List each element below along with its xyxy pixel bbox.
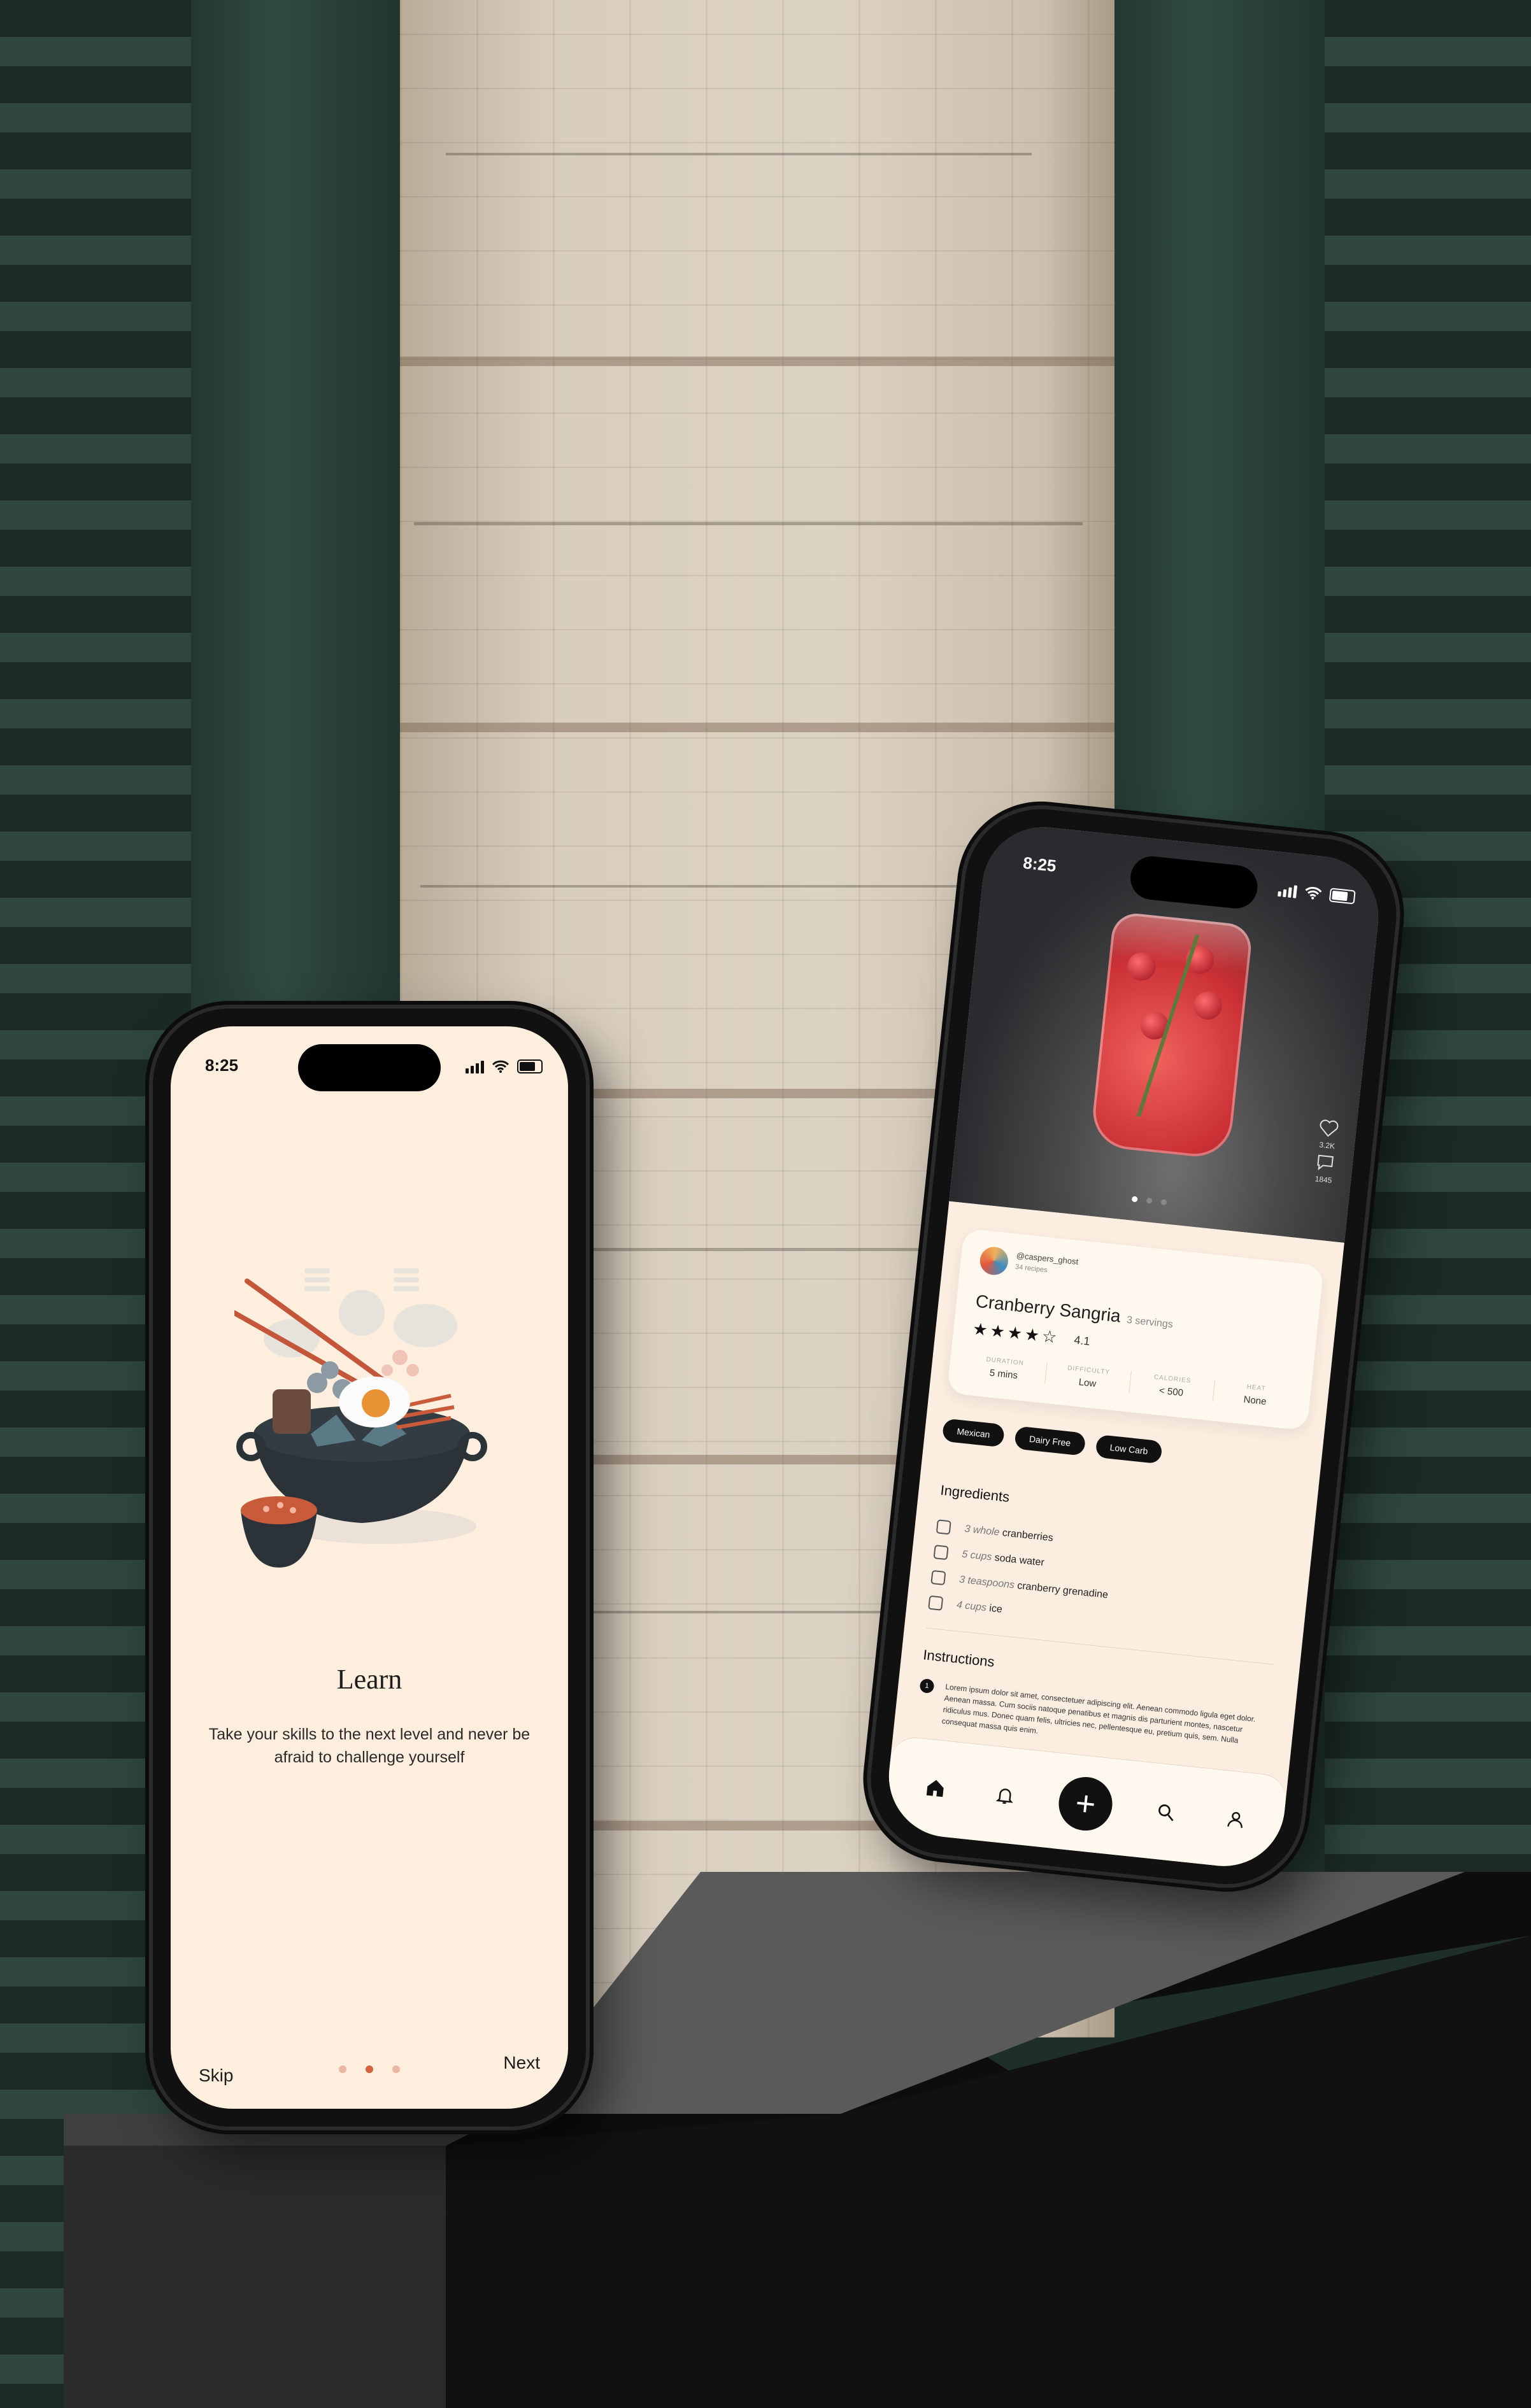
- wifi-icon: [1305, 887, 1322, 900]
- drink-glass-image: [1089, 911, 1254, 1161]
- wifi-icon: [492, 1060, 509, 1073]
- rating-value: 4.1: [1073, 1333, 1091, 1348]
- instructions-heading: Instructions: [922, 1647, 995, 1670]
- hero-side-actions: 3.2K 1845: [1313, 1119, 1339, 1186]
- bell-icon[interactable]: [988, 1778, 1023, 1813]
- phone-onboarding: 8:25 Learn Take your skills to the next …: [153, 1009, 586, 2127]
- star-rating: ★★★★☆: [972, 1319, 1060, 1348]
- star-empty-icon: ☆: [1041, 1326, 1060, 1347]
- stat-difficulty: DIFFICULTY Low: [1044, 1362, 1131, 1393]
- ingredients-heading: Ingredients: [939, 1482, 1011, 1505]
- tag-chip[interactable]: Dairy Free: [1014, 1426, 1086, 1456]
- dynamic-island: [298, 1044, 441, 1091]
- bibimbap-illustration: [234, 1268, 487, 1568]
- checkbox[interactable]: [928, 1595, 944, 1611]
- status-time: 8:25: [205, 1056, 239, 1075]
- comment-icon[interactable]: [1314, 1152, 1335, 1172]
- search-icon[interactable]: [1148, 1795, 1183, 1830]
- author-recipe-count: 34 recipes: [1015, 1263, 1048, 1275]
- recipe-stats: DURATION 5 mins DIFFICULTY Low CALORIES < 5…: [962, 1354, 1299, 1411]
- recipe-summary-card: @caspers_ghost 34 recipes Cranberry Sang…: [946, 1228, 1324, 1431]
- recipe-title-text: Cranberry Sangria: [974, 1291, 1122, 1326]
- page-dot-active[interactable]: [366, 2065, 373, 2073]
- star-icon: ★: [989, 1321, 1009, 1342]
- checkbox[interactable]: [933, 1545, 949, 1561]
- star-icon: ★: [1023, 1324, 1043, 1345]
- wall-crack: [414, 522, 1083, 525]
- battery-icon: [1328, 888, 1356, 905]
- recipe-servings: 3 servings: [1126, 1314, 1174, 1331]
- carousel-dot[interactable]: [1160, 1199, 1167, 1206]
- like-count: 3.2K: [1318, 1140, 1335, 1151]
- page-dot[interactable]: [339, 2065, 346, 2073]
- onboarding-title: Learn: [336, 1664, 402, 1695]
- stat-duration: DURATION 5 mins: [985, 1356, 1025, 1382]
- checkbox[interactable]: [930, 1569, 946, 1586]
- image-carousel-dots: [951, 1177, 1347, 1224]
- carousel-dot[interactable]: [1146, 1197, 1153, 1204]
- comment-count: 1845: [1314, 1174, 1333, 1186]
- checkbox[interactable]: [936, 1519, 951, 1535]
- carousel-dot-active[interactable]: [1131, 1196, 1138, 1203]
- author-avatar[interactable]: [978, 1245, 1010, 1277]
- stat-calories: CALORIES < 500: [1128, 1371, 1214, 1402]
- heart-icon[interactable]: [1318, 1119, 1339, 1138]
- step-number: 1: [919, 1678, 935, 1694]
- add-icon[interactable]: +: [1056, 1774, 1115, 1834]
- wall-crack: [446, 153, 1032, 155]
- battery-icon: [517, 1059, 543, 1073]
- ingredients-list: 3 whole cranberries 5 cups soda water 3 …: [927, 1513, 1286, 1652]
- page-dot[interactable]: [392, 2065, 400, 2073]
- next-button[interactable]: Next: [503, 2053, 540, 2073]
- tag-chip[interactable]: Mexican: [941, 1418, 1006, 1448]
- onboarding-screen: 8:25 Learn Take your skills to the next …: [171, 1026, 568, 2109]
- star-icon: ★: [972, 1319, 992, 1340]
- stat-heat: HEAT None: [1212, 1380, 1299, 1411]
- recipe-screen: 3.2K 1845 8:25 @caspers_ghost 34 recipes…: [883, 821, 1385, 1873]
- status-icons: [466, 1059, 543, 1073]
- signal-icon: [466, 1059, 484, 1073]
- recipe-tags: Mexican Dairy Free Low Carb: [941, 1418, 1164, 1464]
- status-time: 8:25: [1022, 853, 1057, 876]
- onboarding-subtitle: Take your skills to the next level and n…: [208, 1725, 531, 1766]
- home-icon[interactable]: [918, 1771, 953, 1806]
- star-icon: ★: [1006, 1322, 1026, 1343]
- tag-chip[interactable]: Low Carb: [1095, 1434, 1164, 1464]
- profile-icon[interactable]: [1218, 1802, 1253, 1837]
- signal-icon: [1278, 882, 1298, 898]
